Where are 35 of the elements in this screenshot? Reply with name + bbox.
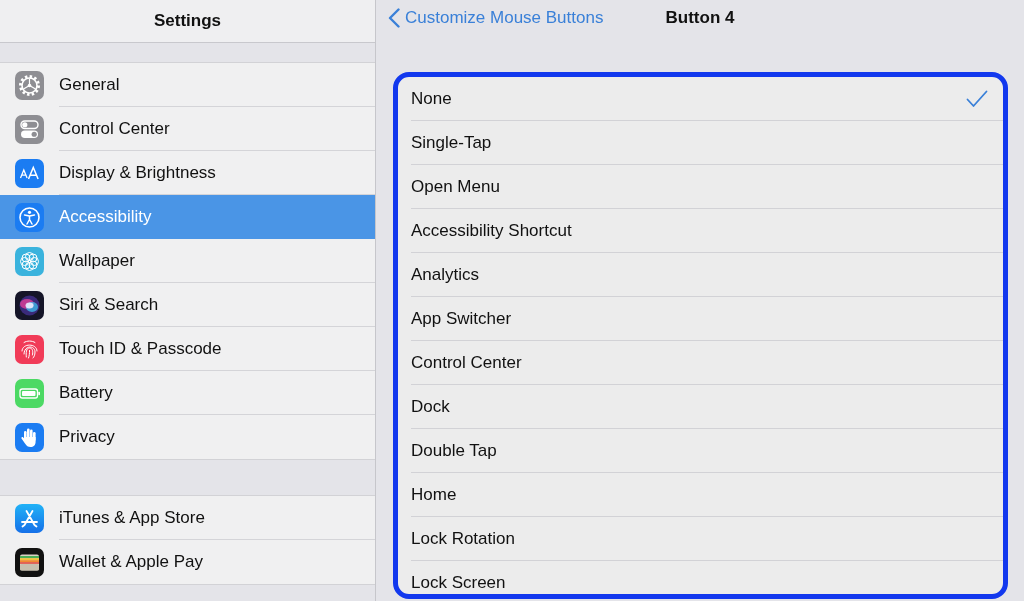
sidebar-item[interactable]: Siri & Search: [0, 283, 375, 327]
sidebar-item[interactable]: Privacy: [0, 415, 375, 459]
option-item[interactable]: Dock: [411, 385, 1003, 429]
fingerprint-icon: [15, 334, 44, 364]
option-item[interactable]: App Switcher: [411, 297, 1003, 341]
sidebar-item[interactable]: iTunes & App Store: [0, 496, 375, 540]
sidebar-item[interactable]: Control Center: [0, 107, 375, 151]
option-item[interactable]: Double Tap: [411, 429, 1003, 473]
option-item[interactable]: Lock Screen: [411, 561, 1003, 594]
toggles-icon: [15, 114, 44, 144]
chevron-icon: [388, 7, 400, 28]
wallet-icon: [15, 547, 44, 577]
flower-icon: [15, 246, 44, 276]
page-title: Button 4: [665, 7, 735, 28]
orb-icon: [15, 290, 44, 320]
hand-icon: [15, 422, 44, 452]
sidebar-item[interactable]: Wallet & Apple Pay: [0, 540, 375, 584]
gear-icon: [15, 70, 44, 100]
sidebar-item[interactable]: General: [0, 63, 375, 107]
option-item[interactable]: Accessibility Shortcut: [411, 209, 1003, 253]
sidebar-item[interactable]: Touch ID & Passcode: [0, 327, 375, 371]
sidebar-item[interactable]: Battery: [0, 371, 375, 415]
accessibility-icon: [15, 202, 44, 232]
sidebar-title: Settings: [153, 11, 222, 31]
option-item[interactable]: Open Menu: [411, 165, 1003, 209]
sidebar-item[interactable]: Wallpaper: [0, 239, 375, 283]
text-size-icon: [15, 158, 44, 188]
option-item[interactable]: Home: [411, 473, 1003, 517]
option-item[interactable]: None: [411, 77, 1003, 121]
store-icon: [15, 503, 44, 533]
option-item[interactable]: Control Center: [411, 341, 1003, 385]
option-item[interactable]: Lock Rotation: [411, 517, 1003, 561]
option-item[interactable]: Single-Tap: [411, 121, 1003, 165]
battery-icon: [15, 378, 44, 408]
option-item[interactable]: Analytics: [411, 253, 1003, 297]
